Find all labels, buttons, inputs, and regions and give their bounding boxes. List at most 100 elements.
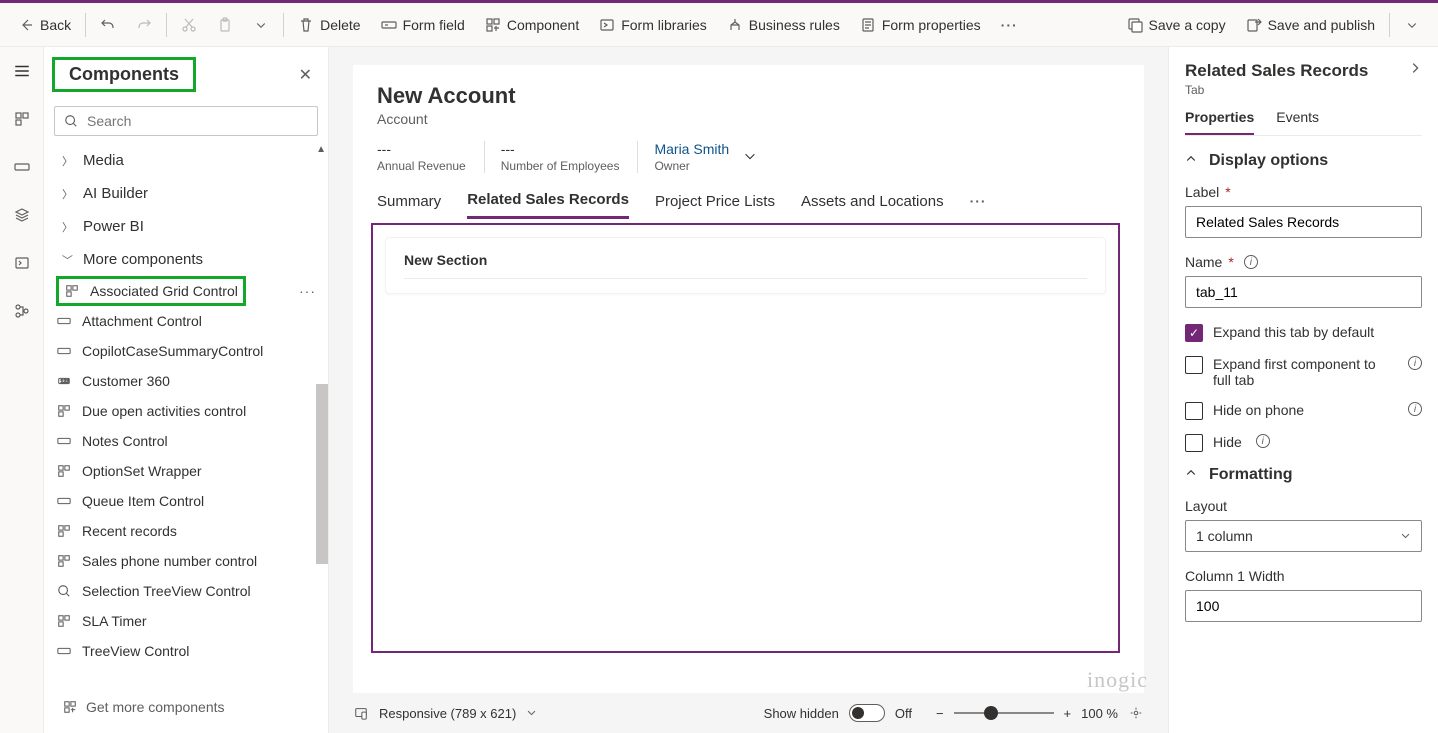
component-item[interactable]: Queue Item Control [56, 486, 328, 516]
zoom-label: 100 % [1081, 706, 1118, 721]
component-item[interactable]: SLA Timer [56, 606, 328, 636]
close-panel-button[interactable]: ✕ [287, 59, 324, 91]
save-publish-icon [1246, 17, 1262, 33]
fit-icon[interactable] [1128, 705, 1144, 721]
undo-button[interactable] [90, 11, 126, 39]
component-item[interactable]: Sales phone number control [56, 546, 328, 576]
component-item[interactable]: CopilotCaseSummaryControl [56, 336, 328, 366]
header-field-owner[interactable]: Maria Smith Owner [637, 141, 757, 173]
zoom-in-button[interactable]: + [1064, 706, 1072, 721]
form-properties-button[interactable]: Form properties [850, 11, 991, 39]
group-more-components[interactable]: 〉More components [54, 243, 328, 276]
show-hidden-label: Show hidden [764, 706, 839, 721]
tab-assets[interactable]: Assets and Locations [801, 185, 944, 218]
tab-related-sales[interactable]: Related Sales Records [467, 183, 629, 219]
chevron-right-icon: 〉 [62, 219, 73, 235]
libraries-icon [599, 17, 615, 33]
chevron-down-icon [1400, 528, 1411, 544]
section-formatting[interactable]: Formatting [1185, 466, 1422, 484]
chevron-down-icon: 〉 [60, 254, 76, 265]
show-hidden-toggle[interactable] [849, 704, 885, 722]
zoom-slider[interactable] [954, 712, 1054, 714]
redo-button[interactable] [126, 11, 162, 39]
rail-tree-button[interactable] [6, 295, 38, 327]
component-list: ▲ 〉Media 〉AI Builder 〉 Power BI 〉More com… [44, 144, 328, 683]
group-media[interactable]: 〉Media [54, 144, 328, 177]
item-label: SLA Timer [82, 613, 147, 629]
expand-default-checkbox[interactable]: ✓ [1185, 324, 1203, 342]
info-icon[interactable]: i [1244, 255, 1258, 269]
component-item[interactable]: 123Customer 360 [56, 366, 328, 396]
save-copy-button[interactable]: Save a copy [1117, 11, 1236, 39]
scrollbar-thumb[interactable] [316, 384, 328, 564]
search-input[interactable] [87, 113, 309, 129]
tab-project-price[interactable]: Project Price Lists [655, 185, 775, 218]
hide-phone-checkbox[interactable] [1185, 402, 1203, 420]
form-libraries-label: Form libraries [621, 17, 707, 33]
chevron-down-icon[interactable] [743, 149, 757, 166]
paste-button[interactable] [207, 11, 243, 39]
paste-dropdown[interactable] [243, 11, 279, 39]
tab-selection-outline[interactable]: New Section [371, 223, 1120, 653]
group-label: Power BI [83, 218, 144, 235]
component-item[interactable]: Attachment Control [56, 306, 328, 336]
group-ai-builder[interactable]: 〉AI Builder [54, 177, 328, 210]
component-item[interactable]: Notes Control [56, 426, 328, 456]
cut-icon [181, 17, 197, 33]
name-input[interactable] [1185, 276, 1422, 308]
rail-layers-button[interactable] [6, 199, 38, 231]
hide-checkbox[interactable] [1185, 434, 1203, 452]
business-rules-button[interactable]: Business rules [717, 11, 850, 39]
search-input-wrapper[interactable] [54, 106, 318, 136]
expand-first-checkbox[interactable] [1185, 356, 1203, 374]
save-copy-icon [1127, 17, 1143, 33]
chevron-down-icon[interactable] [526, 706, 537, 721]
col1-width-input[interactable] [1185, 590, 1422, 622]
component-item[interactable]: Selection TreeView Control [56, 576, 328, 606]
header-field-revenue[interactable]: --- Annual Revenue [377, 141, 466, 173]
delete-button[interactable]: Delete [288, 11, 370, 39]
save-dropdown[interactable] [1394, 11, 1430, 39]
component-item-associated-grid[interactable]: Associated Grid Control [56, 276, 246, 306]
hamburger-button[interactable] [6, 55, 38, 87]
component-button[interactable]: Component [475, 11, 589, 39]
get-more-components-button[interactable]: Get more components [62, 691, 328, 723]
rail-libraries-button[interactable] [6, 247, 38, 279]
info-icon[interactable]: i [1256, 434, 1270, 448]
info-icon[interactable]: i [1408, 402, 1422, 416]
label-input[interactable] [1185, 206, 1422, 238]
header-field-employees[interactable]: --- Number of Employees [484, 141, 620, 173]
chevron-right-icon[interactable] [1408, 61, 1422, 78]
section-card[interactable]: New Section [385, 237, 1106, 294]
tabs-overflow[interactable]: ··· [970, 193, 987, 209]
responsive-icon[interactable] [353, 705, 369, 721]
item-label: Sales phone number control [82, 553, 257, 569]
group-power-bi[interactable]: 〉 Power BI [54, 210, 328, 243]
overflow-button[interactable]: ··· [991, 11, 1028, 39]
info-icon[interactable]: i [1408, 356, 1422, 370]
item-more-button[interactable]: ··· [299, 283, 316, 299]
expand-default-label: Expand this tab by default [1213, 324, 1422, 340]
component-item[interactable]: Recent records [56, 516, 328, 546]
tab-summary[interactable]: Summary [377, 185, 441, 218]
back-button[interactable]: Back [8, 11, 81, 39]
zoom-out-button[interactable]: − [936, 706, 944, 721]
component-item[interactable]: TreeView Control [56, 636, 328, 666]
rail-components-button[interactable] [6, 103, 38, 135]
form-tabs: Summary Related Sales Records Project Pr… [377, 183, 1120, 219]
prop-tab-properties[interactable]: Properties [1185, 109, 1254, 135]
cut-button[interactable] [171, 11, 207, 39]
prop-tab-events[interactable]: Events [1276, 109, 1319, 135]
section-display-options[interactable]: Display options [1185, 152, 1422, 170]
layout-select[interactable]: 1 column [1185, 520, 1422, 552]
form-field-button[interactable]: Form field [371, 11, 475, 39]
component-item[interactable]: OptionSet Wrapper [56, 456, 328, 486]
field-label: Number of Employees [501, 159, 620, 173]
scroll-up-arrow[interactable]: ▲ [316, 144, 326, 155]
form-libraries-button[interactable]: Form libraries [589, 11, 717, 39]
label-field-label: Label [1185, 184, 1219, 200]
save-publish-button[interactable]: Save and publish [1236, 11, 1385, 39]
form-field-label: Form field [403, 17, 465, 33]
component-item[interactable]: Due open activities control [56, 396, 328, 426]
rail-field-button[interactable] [6, 151, 38, 183]
